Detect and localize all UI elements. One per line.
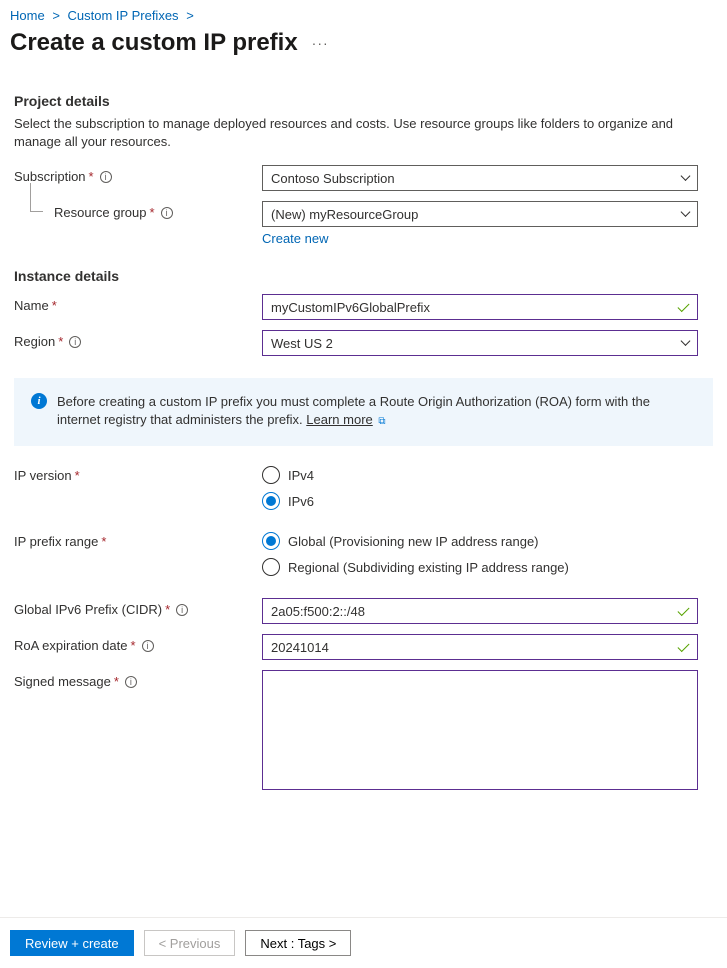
title-row: Create a custom IP prefix ··· bbox=[0, 27, 727, 75]
instance-details-header: Instance details bbox=[14, 268, 713, 284]
info-icon[interactable]: i bbox=[161, 207, 173, 219]
roa-expiration-label: RoA expiration date* i bbox=[14, 634, 262, 653]
region-select[interactable]: West US 2 bbox=[262, 330, 698, 356]
required-icon: * bbox=[101, 534, 106, 549]
footer-bar: Review + create < Previous Next : Tags > bbox=[0, 917, 727, 968]
info-icon[interactable]: i bbox=[176, 604, 188, 616]
ip-version-label: IP version* bbox=[14, 464, 262, 483]
required-icon: * bbox=[89, 169, 94, 184]
cidr-label: Global IPv6 Prefix (CIDR)* i bbox=[14, 598, 262, 617]
external-link-icon: ⧉ bbox=[378, 416, 385, 427]
global-range-radio[interactable]: Global (Provisioning new IP address rang… bbox=[262, 532, 698, 550]
ipv6-radio[interactable]: IPv6 bbox=[262, 492, 698, 510]
ip-prefix-range-label: IP prefix range* bbox=[14, 530, 262, 549]
info-icon[interactable]: i bbox=[125, 676, 137, 688]
name-label: Name* bbox=[14, 294, 262, 313]
signed-message-input[interactable] bbox=[262, 670, 698, 790]
required-icon: * bbox=[150, 205, 155, 220]
ipv4-radio[interactable]: IPv4 bbox=[262, 466, 698, 484]
required-icon: * bbox=[75, 468, 80, 483]
chevron-right-icon: > bbox=[186, 8, 194, 23]
page-title: Create a custom IP prefix bbox=[10, 29, 298, 57]
regional-range-radio[interactable]: Regional (Subdividing existing IP addres… bbox=[262, 558, 698, 576]
create-new-link[interactable]: Create new bbox=[262, 231, 328, 246]
info-icon[interactable]: i bbox=[142, 640, 154, 652]
project-details-desc: Select the subscription to manage deploy… bbox=[14, 115, 713, 151]
more-actions-icon[interactable]: ··· bbox=[312, 40, 329, 47]
previous-button[interactable]: < Previous bbox=[144, 930, 236, 956]
radio-selected-icon bbox=[262, 492, 280, 510]
project-details-header: Project details bbox=[14, 93, 713, 109]
required-icon: * bbox=[114, 674, 119, 689]
info-icon: i bbox=[31, 393, 47, 409]
breadcrumb-home[interactable]: Home bbox=[10, 8, 45, 23]
signed-message-label: Signed message* i bbox=[14, 670, 262, 689]
subscription-label: Subscription* i bbox=[14, 165, 262, 184]
cidr-input[interactable]: 2a05:f500:2::/48 bbox=[262, 598, 698, 624]
roa-expiration-input[interactable]: 20241014 bbox=[262, 634, 698, 660]
review-create-button[interactable]: Review + create bbox=[10, 930, 134, 956]
roa-info-callout: i Before creating a custom IP prefix you… bbox=[14, 378, 713, 446]
required-icon: * bbox=[165, 602, 170, 617]
radio-selected-icon bbox=[262, 532, 280, 550]
info-icon[interactable]: i bbox=[69, 336, 81, 348]
resource-group-select[interactable]: (New) myResourceGroup bbox=[262, 201, 698, 227]
learn-more-link[interactable]: Learn more bbox=[306, 412, 372, 427]
resource-group-label: Resource group* i bbox=[14, 201, 262, 220]
region-label: Region* i bbox=[14, 330, 262, 349]
next-button[interactable]: Next : Tags > bbox=[245, 930, 351, 956]
chevron-right-icon: > bbox=[52, 8, 60, 23]
breadcrumb-prefixes[interactable]: Custom IP Prefixes bbox=[68, 8, 179, 23]
info-icon[interactable]: i bbox=[100, 171, 112, 183]
form-area: Project details Select the subscription … bbox=[0, 93, 727, 793]
radio-icon bbox=[262, 466, 280, 484]
required-icon: * bbox=[52, 298, 57, 313]
radio-icon bbox=[262, 558, 280, 576]
required-icon: * bbox=[58, 334, 63, 349]
subscription-select[interactable]: Contoso Subscription bbox=[262, 165, 698, 191]
required-icon: * bbox=[130, 638, 135, 653]
name-input[interactable]: myCustomIPv6GlobalPrefix bbox=[262, 294, 698, 320]
breadcrumb: Home > Custom IP Prefixes > bbox=[0, 0, 727, 27]
